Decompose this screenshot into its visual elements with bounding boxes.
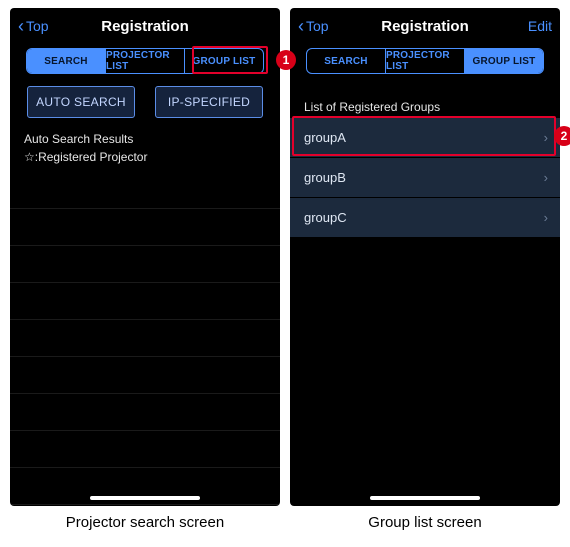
edit-button[interactable]: Edit — [528, 18, 552, 34]
tab-projector-list[interactable]: PROJECTOR LIST — [385, 49, 464, 73]
chevron-left-icon: ‹ — [18, 17, 24, 35]
ip-specified-button[interactable]: IP-SPECIFIED — [155, 86, 263, 118]
chevron-left-icon: ‹ — [298, 17, 304, 35]
segmented-control-wrap: SEARCH PROJECTOR LIST GROUP LIST — [290, 44, 560, 84]
results-list — [10, 172, 280, 506]
chevron-right-icon: › — [544, 130, 548, 145]
group-row-c[interactable]: groupC › — [290, 198, 560, 238]
chevron-right-icon: › — [544, 170, 548, 185]
screens-row: ‹ Top Registration SEARCH PROJECTOR LIST… — [6, 8, 564, 506]
tab-projector-list[interactable]: PROJECTOR LIST — [105, 49, 184, 73]
list-item — [10, 209, 280, 246]
results-header-line2: ☆:Registered Projector — [24, 148, 266, 166]
list-item — [10, 320, 280, 357]
nav-bar: ‹ Top Registration — [10, 8, 280, 44]
captions-row: Projector search screen Group list scree… — [6, 514, 564, 531]
list-item — [10, 246, 280, 283]
list-item — [10, 394, 280, 431]
list-item — [10, 357, 280, 394]
chevron-right-icon: › — [544, 210, 548, 225]
list-item — [10, 283, 280, 320]
auto-search-button[interactable]: AUTO SEARCH — [27, 86, 135, 118]
group-label: groupC — [304, 210, 347, 225]
section-header: List of Registered Groups — [290, 84, 560, 118]
figure-stage: ‹ Top Registration SEARCH PROJECTOR LIST… — [6, 8, 564, 531]
group-label: groupA — [304, 130, 346, 145]
tab-search[interactable]: SEARCH — [27, 49, 105, 73]
back-label: Top — [26, 18, 49, 34]
home-indicator[interactable] — [370, 496, 480, 500]
caption-left: Projector search screen — [10, 514, 280, 531]
tab-group-list[interactable]: GROUP LIST — [464, 49, 543, 73]
segmented-control-wrap: SEARCH PROJECTOR LIST GROUP LIST — [10, 44, 280, 84]
nav-bar: ‹ Top Registration Edit — [290, 8, 560, 44]
tab-group-list[interactable]: GROUP LIST — [184, 49, 263, 73]
tab-search[interactable]: SEARCH — [307, 49, 385, 73]
back-button[interactable]: ‹ Top — [298, 17, 329, 35]
list-item — [10, 431, 280, 468]
back-button[interactable]: ‹ Top — [18, 17, 49, 35]
page-title: Registration — [10, 18, 280, 35]
page-title: Registration — [290, 18, 560, 35]
caption-right: Group list screen — [290, 514, 560, 531]
list-item — [10, 172, 280, 209]
group-row-a[interactable]: groupA › — [290, 118, 560, 158]
back-label: Top — [306, 18, 329, 34]
group-list: groupA › groupB › groupC › — [290, 118, 560, 238]
segmented-control: SEARCH PROJECTOR LIST GROUP LIST — [306, 48, 544, 74]
group-label: groupB — [304, 170, 346, 185]
results-header: Auto Search Results ☆:Registered Project… — [10, 130, 280, 172]
phone-search-screen: ‹ Top Registration SEARCH PROJECTOR LIST… — [10, 8, 280, 506]
group-row-b[interactable]: groupB › — [290, 158, 560, 198]
home-indicator[interactable] — [90, 496, 200, 500]
segmented-control: SEARCH PROJECTOR LIST GROUP LIST — [26, 48, 264, 74]
results-header-line1: Auto Search Results — [24, 130, 266, 148]
search-buttons-row: AUTO SEARCH IP-SPECIFIED — [10, 84, 280, 130]
phone-group-list-screen: ‹ Top Registration Edit SEARCH PROJECTOR… — [290, 8, 560, 506]
